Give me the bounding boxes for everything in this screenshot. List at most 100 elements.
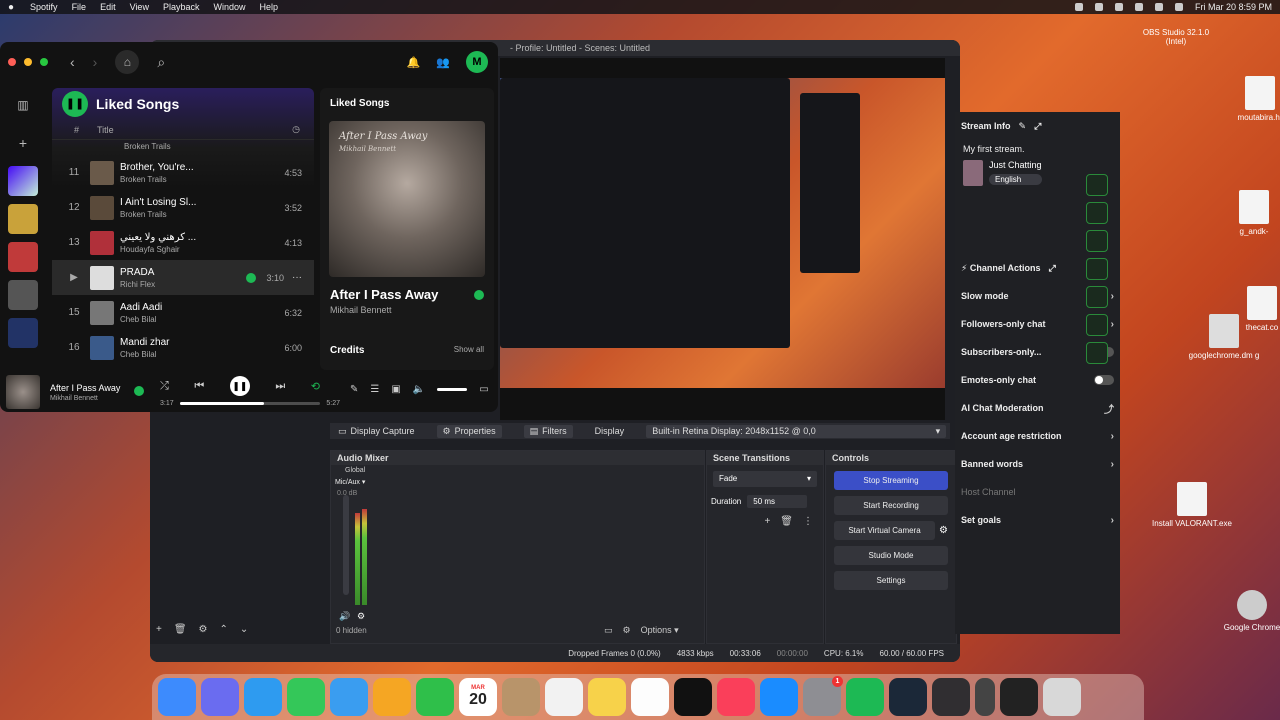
mixer-options-button[interactable]: Options ▾	[641, 625, 679, 636]
pause-icon[interactable]: ❚❚	[62, 91, 88, 117]
add-icon[interactable]: +	[8, 128, 38, 158]
chevron-down-icon[interactable]: ⌄	[240, 624, 248, 635]
next-icon[interactable]: ⏭	[275, 380, 285, 393]
menu-playback[interactable]: Playback	[163, 2, 200, 12]
apple-tv-icon[interactable]	[674, 678, 712, 716]
queue-icon[interactable]: ☰	[370, 384, 379, 395]
library-item[interactable]	[8, 204, 38, 234]
gear-icon[interactable]: ⚙	[199, 624, 208, 635]
wifi-icon[interactable]	[1134, 3, 1143, 11]
menu-edit[interactable]: Edit	[100, 2, 116, 12]
desktop-file-valorant[interactable]: Install VALORANT.exe	[1152, 482, 1232, 528]
launchpad-icon[interactable]	[201, 678, 239, 716]
volume-slider[interactable]	[343, 495, 349, 595]
trash-icon[interactable]	[1043, 678, 1081, 716]
desktop-file-moutabira[interactable]: moutabira.hr	[1220, 76, 1280, 122]
action-account-age[interactable]: Account age restriction ›	[955, 422, 1120, 450]
trash-icon[interactable]: 🗑	[174, 624, 187, 635]
transition-select[interactable]: Fade ▾	[713, 471, 817, 487]
messages-icon[interactable]	[287, 678, 325, 716]
previous-icon[interactable]: ⏮	[194, 380, 204, 393]
liked-songs-shortcut[interactable]	[8, 166, 38, 196]
speaker-icon[interactable]: 🔊	[339, 611, 350, 622]
pencil-icon[interactable]	[1086, 146, 1108, 168]
obs-icon[interactable]	[932, 678, 970, 716]
menu-view[interactable]: View	[130, 2, 149, 12]
home-icon[interactable]: ⌂	[115, 50, 140, 74]
spotify-icon[interactable]	[846, 678, 884, 716]
screen-icon[interactable]	[1086, 174, 1108, 196]
table-row[interactable]: 11 Brother, You're... Broken Trails 4:53	[52, 155, 314, 190]
mixer-settings-icon[interactable]: ⚙	[357, 611, 365, 622]
zoom-button[interactable]	[40, 58, 48, 66]
add-icon[interactable]: +	[156, 624, 162, 635]
col-title[interactable]: Title	[97, 125, 114, 135]
minimize-button[interactable]	[24, 58, 32, 66]
display-select[interactable]: Built-in Retina Display: 2048x1152 @ 0,0…	[646, 424, 947, 438]
search-icon[interactable]: ⌕	[157, 54, 165, 71]
chat-icon[interactable]	[1086, 258, 1108, 280]
chevron-up-icon[interactable]: ⌃	[220, 624, 228, 635]
finder-icon[interactable]	[158, 678, 196, 716]
table-row[interactable]: 12 I Ain't Losing Sl... Broken Trails 3:…	[52, 190, 314, 225]
add-icon[interactable]: +	[764, 516, 770, 527]
app-store-icon[interactable]	[760, 678, 798, 716]
avatar[interactable]: M	[466, 51, 488, 73]
menu-file[interactable]: File	[72, 2, 87, 12]
facetime-icon[interactable]	[416, 678, 454, 716]
maps-icon[interactable]	[330, 678, 368, 716]
source-name[interactable]: ▭ Display Capture	[338, 426, 415, 437]
apple-icon[interactable]: ●	[8, 2, 14, 13]
shuffle-icon[interactable]: ⤮	[160, 380, 169, 393]
menu-clock[interactable]: Fri Mar 20 8:59 PM	[1195, 2, 1272, 12]
now-playing-artist[interactable]: Mikhail Bennett	[320, 302, 494, 315]
table-row[interactable]: 13 كرهني ولا يعيني ... Houdayfa Sghair 4…	[52, 225, 314, 260]
broadcast-icon[interactable]	[1086, 286, 1108, 308]
start-virtual-camera-button[interactable]: Start Virtual Camera	[834, 521, 936, 540]
more-icon[interactable]: ⋮	[803, 516, 813, 527]
bluetooth-icon[interactable]	[1094, 3, 1103, 11]
lightning-icon[interactable]	[1086, 202, 1108, 224]
calendar-icon[interactable]: MAR 20	[459, 678, 497, 716]
volume-icon[interactable]: 🔈	[413, 384, 425, 395]
track-artist[interactable]: Cheb Bilal	[120, 315, 274, 324]
trash-icon[interactable]: 🗑	[780, 516, 793, 527]
popout-icon[interactable]: ⤢	[1049, 263, 1056, 274]
miniplayer-icon[interactable]: ▭	[479, 384, 488, 395]
friends-icon[interactable]: 👥	[436, 56, 450, 69]
wrench-icon[interactable]	[1086, 342, 1108, 364]
filters-button[interactable]: ▤ Filters	[523, 424, 573, 438]
player-song[interactable]: After I Pass Away	[50, 383, 120, 393]
liked-check-icon[interactable]	[246, 272, 257, 283]
properties-button[interactable]: ⚙ Properties	[436, 424, 502, 438]
system-settings-icon[interactable]: 1	[803, 676, 843, 716]
freeform-icon[interactable]	[631, 678, 669, 716]
lyrics-icon[interactable]: ✎	[350, 384, 358, 395]
info-icon[interactable]	[1086, 118, 1108, 140]
stop-streaming-button[interactable]: Stop Streaming	[834, 471, 948, 490]
repeat-icon[interactable]: ⟲	[311, 380, 320, 393]
edit-icon[interactable]: ✎	[1019, 121, 1027, 132]
emotes-only-toggle[interactable]	[1094, 375, 1114, 385]
devices-icon[interactable]: ▣	[391, 384, 400, 395]
player-cover[interactable]	[6, 375, 40, 409]
gear-icon[interactable]: ⚙	[939, 525, 948, 536]
track-artist[interactable]: Broken Trails	[120, 175, 274, 184]
popout-icon[interactable]: ⤢	[1034, 121, 1041, 132]
battery-icon[interactable]	[1114, 3, 1123, 11]
gear-icon[interactable]: ⚙	[623, 625, 631, 636]
search-icon[interactable]	[1154, 3, 1163, 11]
show-all-link[interactable]: Show all	[454, 345, 484, 356]
table-row[interactable]: 15 Aadi Aadi Cheb Bilal 6:32	[52, 295, 314, 330]
layout-icon[interactable]: ▭	[604, 625, 613, 636]
reminders-icon[interactable]	[545, 678, 583, 716]
volume-meter[interactable]	[343, 495, 373, 605]
list-icon[interactable]	[1086, 314, 1108, 336]
play-icon[interactable]: ▶	[66, 272, 82, 283]
forward-icon[interactable]: ›	[93, 54, 98, 70]
library-item[interactable]	[8, 318, 38, 348]
now-playing-song-title[interactable]: After I Pass Away	[330, 287, 438, 302]
desktop-file-googlechrome-dmg[interactable]: googlechrome.dm g	[1184, 314, 1264, 360]
desktop-obs[interactable]: OBS Studio 32.1.0 (Intel)	[1136, 28, 1216, 46]
library-icon[interactable]: ▥	[8, 90, 38, 120]
